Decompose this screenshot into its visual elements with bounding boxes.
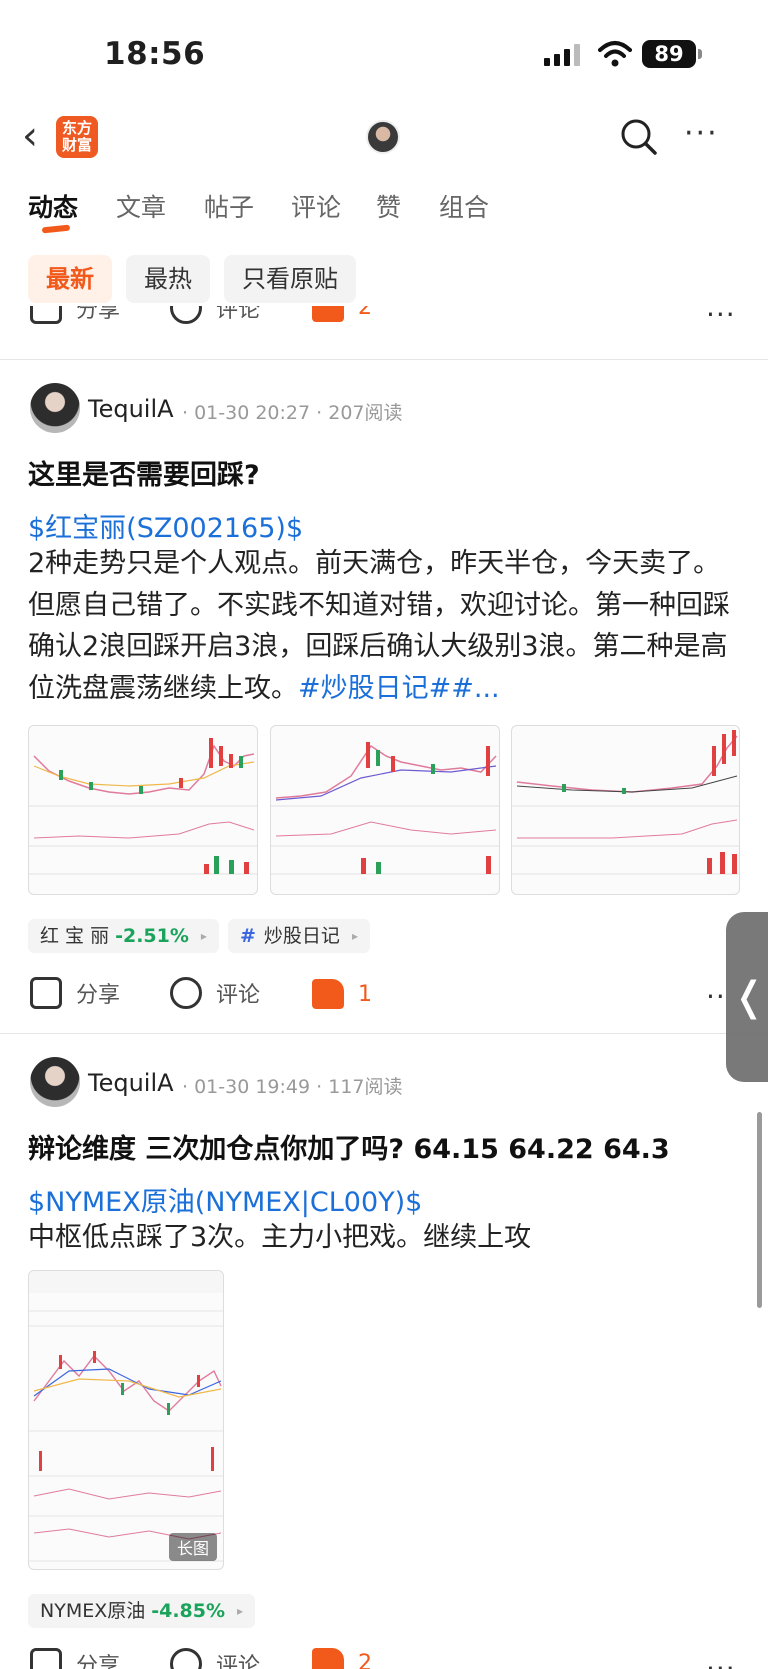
- share-button[interactable]: 分享: [30, 977, 120, 1009]
- chevron-right-icon: ▸: [351, 929, 358, 943]
- stock-quote-chip[interactable]: NYMEX原油 -4.85% ▸: [28, 1594, 256, 1628]
- cellular-signal-icon: [544, 44, 584, 66]
- thumbs-up-icon: [312, 306, 344, 322]
- intraday-chart-thumbnail: [29, 1271, 223, 1562]
- post-image[interactable]: [511, 725, 740, 895]
- tab-posts[interactable]: 帖子: [204, 188, 254, 224]
- filter-hottest[interactable]: 最热: [126, 255, 210, 303]
- topic-name: 炒股日记: [263, 925, 340, 947]
- like-button[interactable]: 2: [312, 306, 372, 322]
- post-reads: 117阅读: [328, 1076, 403, 1098]
- comment-button[interactable]: 评论: [170, 306, 260, 324]
- post-image[interactable]: [270, 725, 500, 895]
- post-meta: · 01-30 19:49 · 117阅读: [182, 1076, 403, 1098]
- post-more-icon[interactable]: ···: [706, 306, 736, 331]
- app-logo: 东方财富: [56, 116, 98, 158]
- tab-articles[interactable]: 文章: [116, 188, 166, 224]
- stock-name: 红 宝 丽: [40, 925, 110, 947]
- profile-avatar[interactable]: [366, 120, 400, 154]
- topic-chip[interactable]: # 炒股日记 ▸: [228, 919, 370, 953]
- post-reads: 207阅读: [328, 402, 403, 424]
- post-author-avatar[interactable]: [30, 1057, 80, 1107]
- previous-post-actions: 分享 评论 2 ···: [0, 306, 768, 336]
- battery-icon: 89: [642, 40, 702, 68]
- filter-latest[interactable]: 最新: [28, 255, 112, 303]
- post-more-icon[interactable]: ···: [706, 1652, 736, 1669]
- stock-change: -4.85%: [151, 1600, 226, 1622]
- stock-change: -2.51%: [115, 925, 189, 947]
- stock-link[interactable]: $红宝丽(SZ002165)$: [28, 506, 303, 545]
- long-image-tag: 长图: [168, 1533, 217, 1561]
- comment-icon: [170, 306, 202, 324]
- side-drawer-handle[interactable]: ❬: [726, 912, 768, 1082]
- post-author-avatar[interactable]: [30, 383, 80, 433]
- wifi-icon: [598, 41, 632, 67]
- post-image[interactable]: [28, 725, 258, 895]
- search-icon[interactable]: [620, 118, 658, 156]
- post-body[interactable]: 2种走势只是个人观点。前天满仓，昨天半仓，今天卖了。但愿自己错了。不实践不知道对…: [28, 543, 738, 709]
- divider: [0, 359, 768, 360]
- stock-name: NYMEX原油: [40, 1600, 146, 1622]
- kline-chart-thumbnail: [29, 738, 257, 875]
- post-author-name[interactable]: TequilA: [88, 395, 174, 423]
- post-more-icon[interactable]: ··: [706, 980, 726, 1013]
- chevron-right-icon: ▸: [200, 929, 207, 943]
- tab-dynamic[interactable]: 动态: [28, 188, 78, 224]
- thumbs-up-icon: [312, 1648, 344, 1669]
- chevron-right-icon: ▸: [237, 1604, 244, 1618]
- hashtag-icon: #: [240, 925, 256, 947]
- back-button[interactable]: ‹: [22, 116, 50, 158]
- kline-chart-thumbnail: [271, 742, 499, 875]
- stock-quote-chip[interactable]: 红 宝 丽 -2.51% ▸: [28, 919, 219, 953]
- post-time: 01-30 19:49: [194, 1076, 311, 1098]
- tab-portfolio[interactable]: 组合: [439, 188, 489, 224]
- kline-chart-thumbnail: [512, 730, 739, 875]
- comment-icon: [170, 1648, 202, 1669]
- tab-indicator: [41, 224, 71, 234]
- share-icon: [30, 306, 62, 324]
- share-button[interactable]: 分享: [30, 306, 120, 324]
- tab-likes[interactable]: 赞: [376, 188, 401, 224]
- post-actions: 分享 评论 2 ···: [0, 1648, 768, 1669]
- comment-icon: [170, 977, 202, 1009]
- post-author-name[interactable]: TequilA: [88, 1069, 174, 1097]
- status-time: 18:56: [104, 36, 206, 72]
- thumbs-up-icon: [312, 979, 344, 1009]
- share-icon: [30, 977, 62, 1009]
- post-title[interactable]: 这里是否需要回踩?: [28, 453, 260, 492]
- scrollbar[interactable]: [757, 1112, 762, 1308]
- post-title[interactable]: 辩论维度 三次加仓点你加了吗? 64.15 64.22 64.3: [28, 1127, 670, 1166]
- post-body[interactable]: 中枢低点踩了3次。主力小把戏。继续上攻: [28, 1217, 738, 1259]
- post-image[interactable]: 长图: [28, 1270, 224, 1570]
- filter-original-only[interactable]: 只看原贴: [224, 255, 356, 303]
- tab-comments[interactable]: 评论: [291, 188, 341, 224]
- share-button[interactable]: 分享: [30, 1648, 120, 1669]
- like-button[interactable]: 1: [312, 979, 372, 1009]
- comment-button[interactable]: 评论: [170, 1648, 260, 1669]
- comment-button[interactable]: 评论: [170, 977, 260, 1009]
- stock-link[interactable]: $NYMEX原油(NYMEX|CL00Y)$: [28, 1180, 422, 1219]
- like-button[interactable]: 2: [312, 1648, 372, 1669]
- post-meta: · 01-30 20:27 · 207阅读: [182, 402, 403, 424]
- post-time: 01-30 20:27: [194, 402, 311, 424]
- share-icon: [30, 1648, 62, 1669]
- divider: [0, 1033, 768, 1034]
- post-hashtag[interactable]: #炒股日记##...: [298, 673, 500, 704]
- more-options-icon[interactable]: ···: [684, 119, 719, 149]
